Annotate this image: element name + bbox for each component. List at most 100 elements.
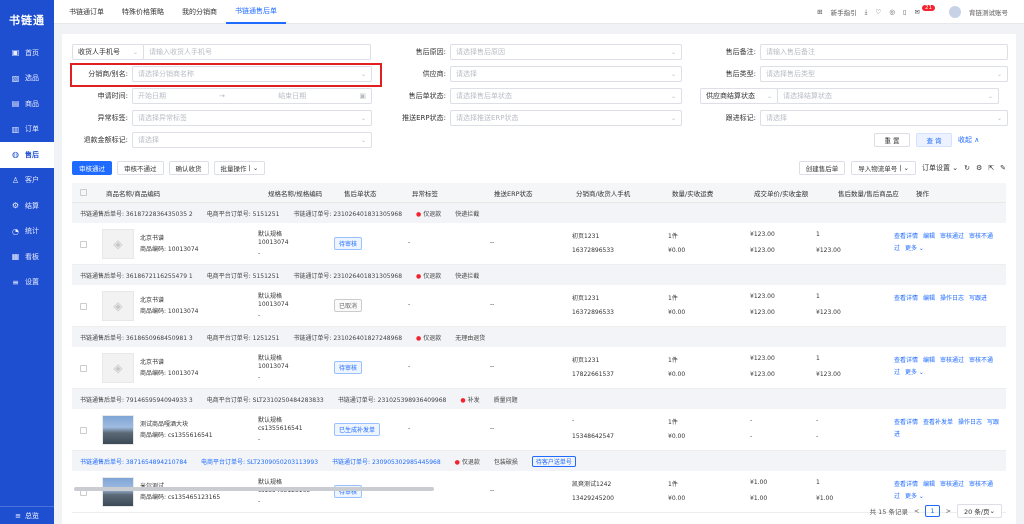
type-select[interactable]: 请选择售后类型 ⌄ — [760, 66, 1008, 82]
nav-icon: ▧ — [11, 73, 20, 83]
action-link[interactable]: 审核通过 — [940, 357, 964, 364]
mall-order-no[interactable]: 电商平台订单号: SLT2309050203113993 — [201, 457, 318, 466]
phone-icon[interactable]: ▯ — [903, 8, 907, 16]
sidebar-item-3[interactable]: ▥ 订单 — [0, 117, 54, 143]
remark-input[interactable]: 请输入售后备注 — [760, 44, 1008, 60]
action-link[interactable]: 更多 ⌄ — [905, 369, 924, 376]
sidebar-item-5[interactable]: ♙ 客户 — [0, 168, 54, 194]
sidebar-item-0[interactable]: ▣ 首页 — [0, 40, 54, 66]
row-checkbox[interactable] — [80, 303, 87, 310]
page-size-select[interactable]: 20 条/页 ⌄ — [957, 504, 1002, 518]
tab-1[interactable]: 特殊价格策略 — [113, 0, 173, 24]
query-button[interactable]: 查 询 — [916, 133, 952, 147]
sidebar-item-label: 订单 — [25, 125, 39, 134]
top-bar: 书链通订单 特殊价格策略 我的分销商 书链通售后单 ⊞ 新手指引 ⤓ ♡ ◎ ▯ ✉ 21… — [54, 0, 1024, 24]
aftersale-amount: ¥1.00 — [816, 495, 834, 502]
order-status-select[interactable]: 请选择售后单状态 ⌄ — [450, 88, 682, 104]
product-code: 商品编码: 10013074 — [140, 246, 199, 253]
action-link[interactable]: 操作日志 — [940, 295, 964, 302]
aftersale-no[interactable]: 书链通售后单号: 3871654894210784 — [80, 457, 187, 466]
download-icon[interactable]: ⤓ — [865, 8, 868, 17]
settle-type-select[interactable]: 供应商结算状态 ⌄ — [700, 88, 778, 104]
action-link[interactable]: 查看详情 — [894, 481, 918, 488]
action-link[interactable]: 查看详情 — [894, 357, 918, 364]
column-header: 分销商/收货人手机 — [576, 189, 631, 198]
start-date[interactable]: 开始日期 — [138, 91, 166, 101]
end-date[interactable]: 结束日期 — [278, 91, 306, 101]
batch-button[interactable]: 批量操作 | ⌄ — [213, 161, 266, 175]
reason-text: 快递拦截 — [455, 210, 480, 218]
action-link[interactable]: 编辑 — [923, 233, 935, 240]
refund-select[interactable]: 请选择 ⌄ — [132, 132, 372, 148]
edit-icon[interactable]: ✎ — [1000, 164, 1006, 172]
phone-type-select[interactable]: 收货人手机号 ⌄ — [72, 44, 144, 60]
avatar[interactable] — [949, 6, 961, 18]
reason-select[interactable]: 请选择售后原因 ⌄ — [450, 44, 682, 60]
prev-page-button[interactable]: < — [914, 507, 919, 515]
action-link[interactable]: 审核通过 — [940, 481, 964, 488]
action-link[interactable]: 查看补发单 — [923, 419, 953, 426]
action-link[interactable]: 审核通过 — [940, 233, 964, 240]
action-link[interactable]: 编辑 — [923, 295, 935, 302]
sidebar-item-2[interactable]: ▤ 商品 — [0, 91, 54, 117]
horizontal-scrollbar[interactable] — [74, 487, 434, 491]
bell-icon[interactable]: ✉ — [915, 8, 920, 16]
heart-icon[interactable]: ♡ — [875, 8, 881, 16]
buyer-phone-input[interactable]: 请输入收货人手机号 — [143, 44, 371, 60]
date-range-input[interactable]: 开始日期 → 结束日期 ▣ — [132, 88, 372, 104]
abnormal-select[interactable]: 请选择异常标签 ⌄ — [132, 110, 372, 126]
unit-price: ¥123.00 — [750, 355, 775, 362]
approve-button[interactable]: 审核通过 — [72, 161, 112, 175]
collapse-link[interactable]: 收起 ∧ — [958, 135, 979, 145]
select-all-checkbox[interactable] — [80, 189, 87, 196]
action-link[interactable]: 查看详情 — [894, 295, 918, 302]
sidebar-item-1[interactable]: ▧ 选品 — [0, 66, 54, 92]
next-page-button[interactable]: > — [946, 507, 951, 515]
action-link[interactable]: 查看详情 — [894, 419, 918, 426]
gear-icon[interactable]: ⚙ — [976, 164, 982, 172]
sidebar-item-9[interactable]: ≡ 设置 — [0, 270, 54, 296]
tab-3[interactable]: 书链通售后单 — [226, 0, 286, 24]
sidebar-nav: ▣ 首页 ▧ 选品 ▤ 商品 ▥ 订单 ◍ 售后 ♙ 客户 ⚙ 结算 ◔ 统计 ▦ 看板 ≡ 设置 — [0, 40, 54, 295]
import-logistics-button[interactable]: 导入物流单号 | ⌄ — [851, 161, 916, 175]
action-link[interactable]: 更多 ⌄ — [905, 493, 924, 500]
settle-status-select[interactable]: 请选择结算状态 ⌄ — [777, 88, 999, 104]
order-settings-link[interactable]: 订单设置 ⌄ — [922, 163, 958, 173]
row-checkbox[interactable] — [80, 365, 87, 372]
erp-select[interactable]: 请选择推送ERP状态 ⌄ — [450, 110, 682, 126]
tab-2[interactable]: 我的分销商 — [173, 0, 226, 24]
action-link[interactable]: 编辑 — [923, 357, 935, 364]
account-name[interactable]: 背链测试账号 — [969, 7, 1008, 17]
action-link[interactable]: 更多 ⌄ — [905, 245, 924, 252]
sidebar-item-4[interactable]: ◍ 售后 — [0, 142, 54, 168]
confirm-receipt-button[interactable]: 确认收货 — [168, 161, 209, 175]
reset-button[interactable]: 重 置 — [874, 133, 910, 147]
guide-link[interactable]: 新手指引 — [831, 7, 857, 17]
spec-extra: - — [258, 250, 261, 257]
refresh-icon[interactable]: ↻ — [964, 164, 970, 172]
sidebar-item-6[interactable]: ⚙ 结算 — [0, 193, 54, 219]
supplier-select[interactable]: 请选择 ⌄ — [450, 66, 682, 82]
guide-icon[interactable]: ⊞ — [817, 8, 822, 16]
row-checkbox[interactable] — [80, 427, 87, 434]
refund-type: ● 仅退款 — [416, 210, 442, 218]
action-link[interactable]: 编辑 — [923, 481, 935, 488]
quantity: 1件 — [668, 233, 678, 240]
order-no[interactable]: 书链通订单号: 230905302985445968 — [332, 457, 441, 466]
action-link[interactable]: 写跟进 — [969, 295, 987, 302]
tab-0[interactable]: 书链通订单 — [60, 0, 113, 24]
create-aftersale-button[interactable]: 创建售后单 — [798, 161, 846, 175]
export-icon[interactable]: ⇱ — [988, 164, 994, 172]
reject-button[interactable]: 审核不通过 — [117, 161, 164, 175]
paid-amount: ¥123.00 — [750, 247, 775, 254]
headset-icon[interactable]: ◎ — [889, 8, 895, 16]
sidebar-item-8[interactable]: ▦ 看板 — [0, 244, 54, 270]
follow-select[interactable]: 请选择 ⌄ — [760, 110, 1008, 126]
current-page[interactable]: 1 — [925, 505, 940, 517]
row-checkbox[interactable] — [80, 241, 87, 248]
sidebar-item-7[interactable]: ◔ 统计 — [0, 219, 54, 245]
action-link[interactable]: 查看详情 — [894, 233, 918, 240]
sidebar-footer[interactable]: ≡ 总览 — [0, 506, 54, 524]
action-link[interactable]: 操作日志 — [958, 419, 982, 426]
quantity: 1件 — [668, 357, 678, 364]
